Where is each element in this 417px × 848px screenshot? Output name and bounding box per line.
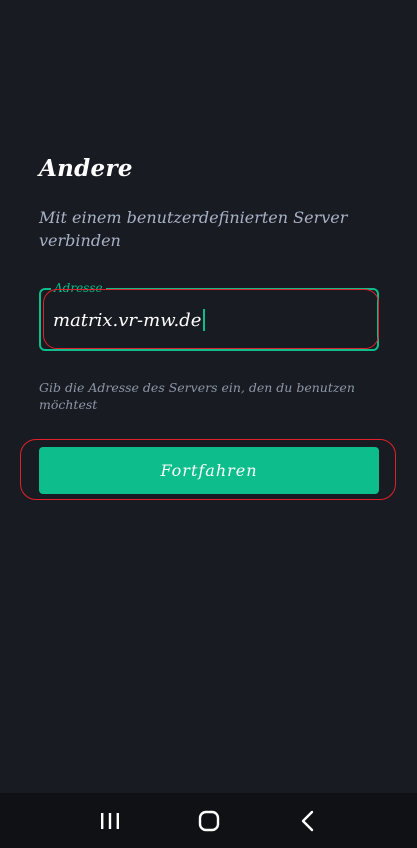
address-input-value: matrix.vr-mw.de <box>53 309 202 331</box>
back-button[interactable] <box>288 801 328 841</box>
recent-apps-icon <box>100 812 119 829</box>
address-field-label: Adresse <box>51 281 106 295</box>
address-helper-text: Gib die Adresse des Servers ein, den du … <box>39 380 355 412</box>
back-icon <box>301 810 313 831</box>
text-caret <box>203 309 206 331</box>
screen: Andere Mit einem benutzerdefinierten Ser… <box>0 0 417 848</box>
address-field[interactable]: Adresse matrix.vr-mw.de <box>39 281 379 351</box>
home-button[interactable] <box>189 801 229 841</box>
system-navigation-bar <box>0 793 417 848</box>
continue-button[interactable]: Fortfahren <box>39 447 379 494</box>
home-icon <box>198 810 219 831</box>
address-input[interactable]: matrix.vr-mw.de <box>53 309 206 331</box>
page-title: Andere <box>39 155 133 182</box>
recent-apps-button[interactable] <box>90 801 130 841</box>
page-subtitle: Mit einem benutzerdefinierten Server ver… <box>39 208 348 250</box>
